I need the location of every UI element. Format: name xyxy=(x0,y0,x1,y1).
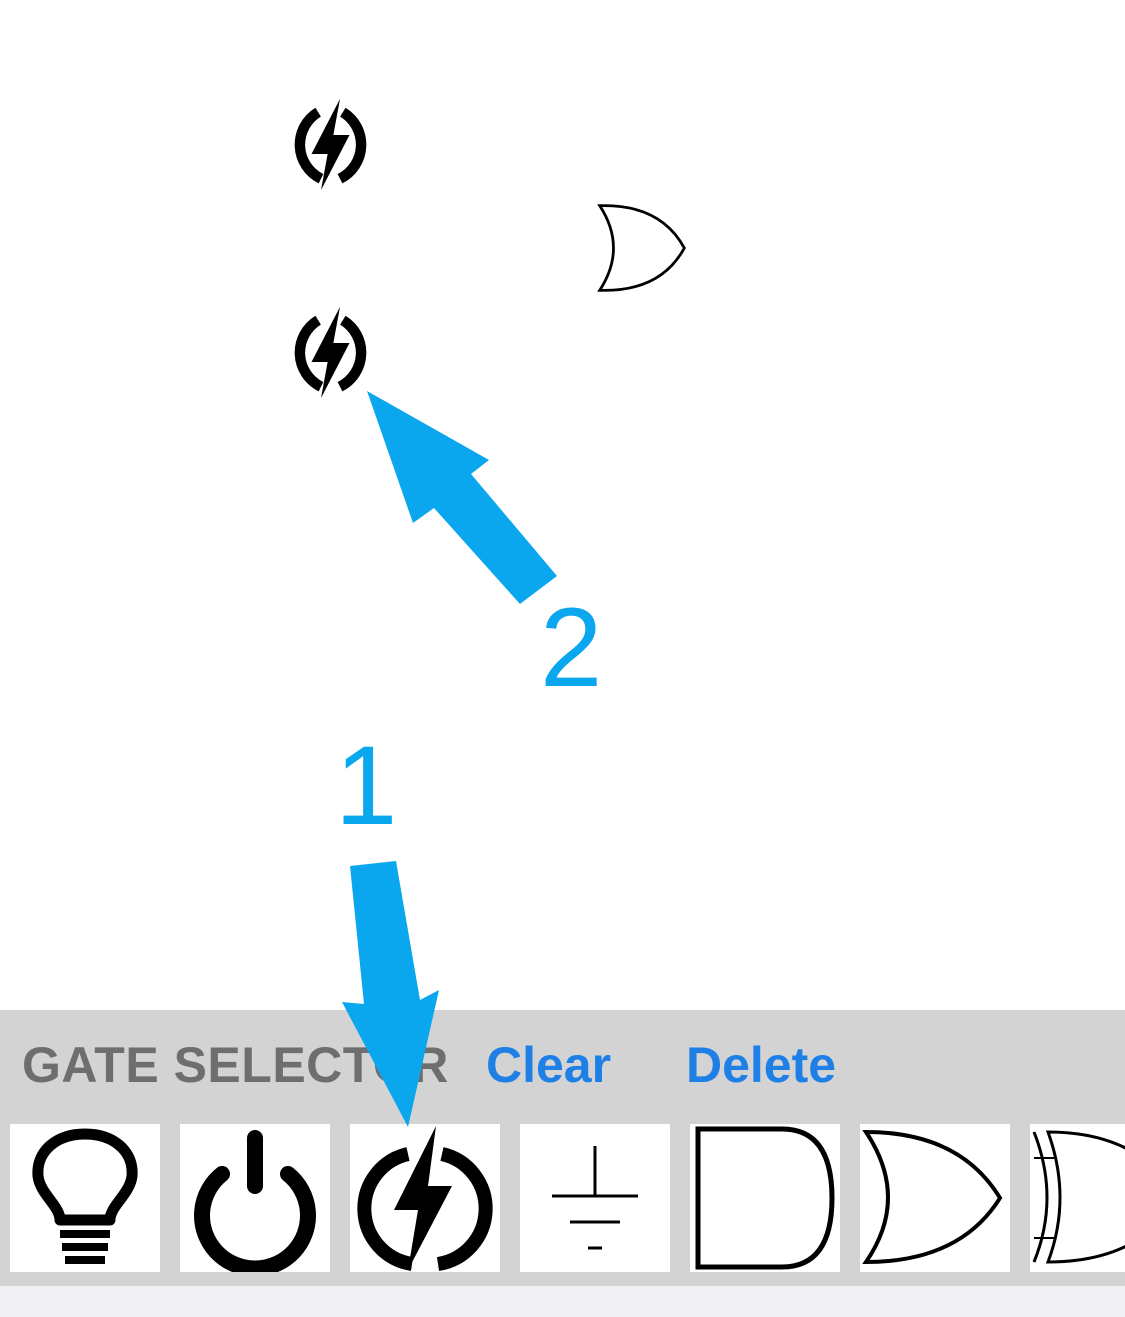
gate-item-light-bulb[interactable] xyxy=(10,1124,160,1272)
xor-gate-icon xyxy=(1032,1130,1125,1264)
delete-button[interactable]: Delete xyxy=(686,1036,836,1094)
gate-item-or-gate[interactable] xyxy=(860,1124,1010,1272)
circuit-canvas[interactable] xyxy=(0,0,1125,1010)
lightning-bolt-icon xyxy=(283,300,378,405)
gate-tray[interactable] xyxy=(0,1124,1125,1272)
lightbulb-icon xyxy=(32,1128,138,1264)
gate-selector-header: GATE SELECTOR Clear Delete xyxy=(0,1010,1125,1120)
power-icon xyxy=(194,1130,316,1272)
gate-item-xor-gate[interactable] xyxy=(1030,1124,1125,1272)
or-gate-icon xyxy=(862,1129,1003,1265)
gate-item-switch[interactable] xyxy=(180,1124,330,1272)
gate-item-and-gate[interactable] xyxy=(690,1124,840,1272)
ground-icon xyxy=(552,1146,638,1250)
lightning-bolt-icon xyxy=(283,92,378,197)
or-gate-icon xyxy=(596,200,688,296)
gate-item-ground[interactable] xyxy=(520,1124,670,1272)
gate-item-power-source[interactable] xyxy=(350,1124,500,1272)
placed-or-gate[interactable] xyxy=(596,200,688,296)
gate-selector-title: GATE SELECTOR xyxy=(22,1037,449,1093)
placed-power-source-2[interactable] xyxy=(283,300,378,405)
and-gate-icon xyxy=(695,1126,835,1270)
bottom-bar xyxy=(0,1286,1125,1317)
gate-selector-panel: GATE SELECTOR Clear Delete xyxy=(0,1010,1125,1286)
clear-button[interactable]: Clear xyxy=(486,1036,611,1094)
lightning-bolt-icon xyxy=(357,1126,493,1271)
placed-power-source-1[interactable] xyxy=(283,92,378,197)
